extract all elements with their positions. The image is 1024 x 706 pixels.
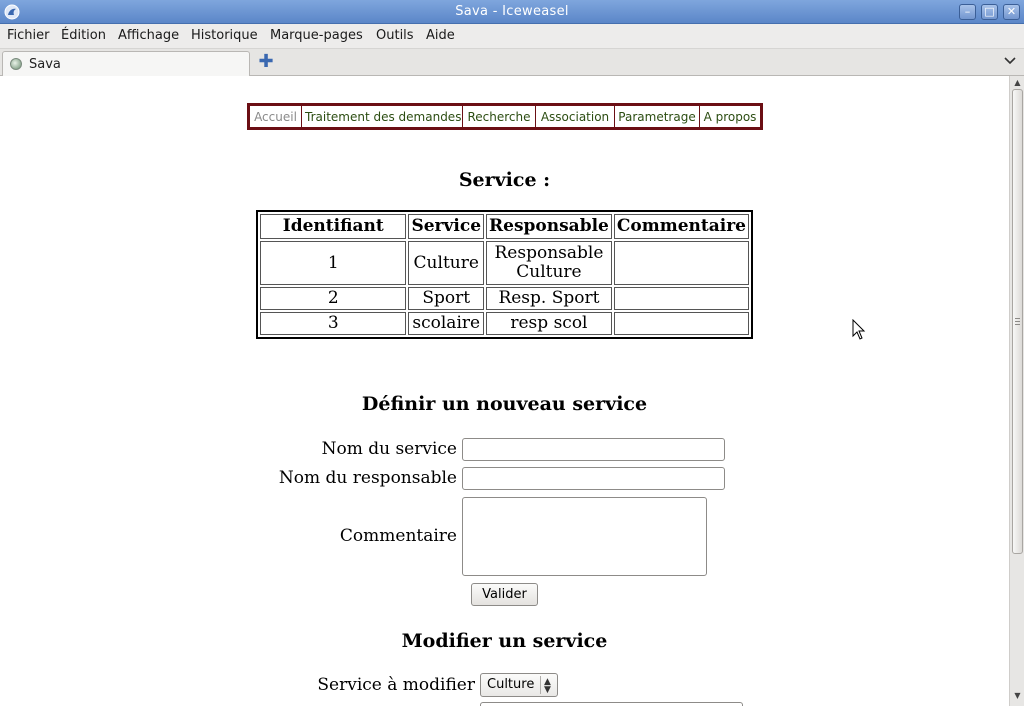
services-table: Identifiant Service Responsable Commenta…: [256, 210, 753, 339]
cell-responsable: resp scol: [486, 312, 612, 335]
service-name-label: Nom du service: [321, 439, 457, 459]
scroll-up-arrow-icon[interactable]: ▲: [1012, 77, 1023, 89]
site-nav: Accueil Traitement des demandes Recherch…: [247, 103, 763, 130]
nav-parametrage[interactable]: Parametrage: [615, 106, 700, 127]
cell-identifiant: 1: [260, 241, 407, 285]
col-service: Service: [408, 214, 485, 239]
col-responsable: Responsable: [486, 214, 612, 239]
menu-historique[interactable]: Historique: [191, 28, 258, 43]
globe-icon: [10, 58, 22, 70]
menu-edition[interactable]: Édition: [61, 28, 106, 43]
menu-bar: Fichier Édition Affichage Historique Mar…: [0, 24, 1024, 49]
menu-affichage[interactable]: Affichage: [118, 28, 179, 43]
updown-arrows-icon: ▲ ▼: [540, 676, 554, 695]
nav-accueil[interactable]: Accueil: [250, 106, 302, 127]
manager-name-input[interactable]: [462, 467, 725, 490]
mouse-pointer-icon: [852, 319, 866, 340]
menu-outils[interactable]: Outils: [376, 28, 414, 43]
menu-aide[interactable]: Aide: [426, 28, 455, 43]
menu-marque-pages[interactable]: Marque-pages: [270, 28, 363, 43]
service-select-value: Culture: [487, 677, 535, 692]
cell-commentaire: [613, 287, 749, 310]
tab-strip: Sava ✚: [0, 49, 1024, 76]
comment-textarea[interactable]: [462, 497, 707, 576]
new-service-heading: Définir un nouveau service: [361, 393, 648, 415]
page-content: Accueil Traitement des demandes Recherch…: [0, 76, 1009, 706]
comment-label: Commentaire: [339, 526, 457, 546]
window-title: Sava - Iceweasel: [455, 4, 569, 19]
tab-list-chevron-icon[interactable]: [1002, 54, 1018, 70]
cell-service: Sport: [408, 287, 485, 310]
nav-a-propos[interactable]: A propos: [700, 106, 760, 127]
menu-fichier[interactable]: Fichier: [7, 28, 50, 43]
scroll-down-arrow-icon[interactable]: ▼: [1012, 690, 1023, 702]
cell-responsable: Resp. Sport: [486, 287, 612, 310]
tab-label: Sava: [29, 57, 61, 72]
service-heading: Service :: [458, 169, 551, 191]
cell-identifiant: 3: [260, 312, 407, 335]
manager-name-label: Nom du responsable: [278, 468, 457, 488]
minimize-button[interactable]: –: [959, 4, 976, 20]
table-row: 1 Culture Responsable Culture: [260, 241, 749, 285]
col-commentaire: Commentaire: [613, 214, 749, 239]
modify-service-heading: Modifier un service: [401, 630, 608, 652]
service-name-input[interactable]: [462, 438, 725, 461]
service-select[interactable]: Culture ▲ ▼: [480, 673, 558, 697]
vertical-scrollbar[interactable]: ▲ ▼: [1009, 76, 1024, 706]
cell-responsable: Responsable Culture: [486, 241, 612, 285]
window-titlebar: Sava - Iceweasel – □ ✕: [0, 0, 1024, 24]
table-row: 2 Sport Resp. Sport: [260, 287, 749, 310]
nav-association[interactable]: Association: [536, 106, 615, 127]
nav-recherche[interactable]: Recherche: [463, 106, 536, 127]
scrollbar-thumb[interactable]: [1012, 89, 1023, 554]
service-to-modify-label: Service à modifier: [317, 675, 475, 695]
cell-service: scolaire: [408, 312, 485, 335]
cell-commentaire: [613, 312, 749, 335]
cell-service: Culture: [408, 241, 485, 285]
table-header-row: Identifiant Service Responsable Commenta…: [260, 214, 749, 239]
grip-icon: [1015, 318, 1020, 325]
cell-commentaire: [613, 241, 749, 285]
table-row: 3 scolaire resp scol: [260, 312, 749, 335]
close-button[interactable]: ✕: [1003, 4, 1020, 20]
new-tab-button[interactable]: ✚: [257, 53, 275, 71]
maximize-button[interactable]: □: [981, 4, 998, 20]
nav-traitement-des-demandes[interactable]: Traitement des demandes: [302, 106, 463, 127]
col-identifiant: Identifiant: [260, 214, 407, 239]
cell-identifiant: 2: [260, 287, 407, 310]
validate-button[interactable]: Valider: [471, 583, 538, 606]
partial-input-field[interactable]: [480, 702, 743, 706]
tab-sava[interactable]: Sava: [2, 51, 250, 76]
